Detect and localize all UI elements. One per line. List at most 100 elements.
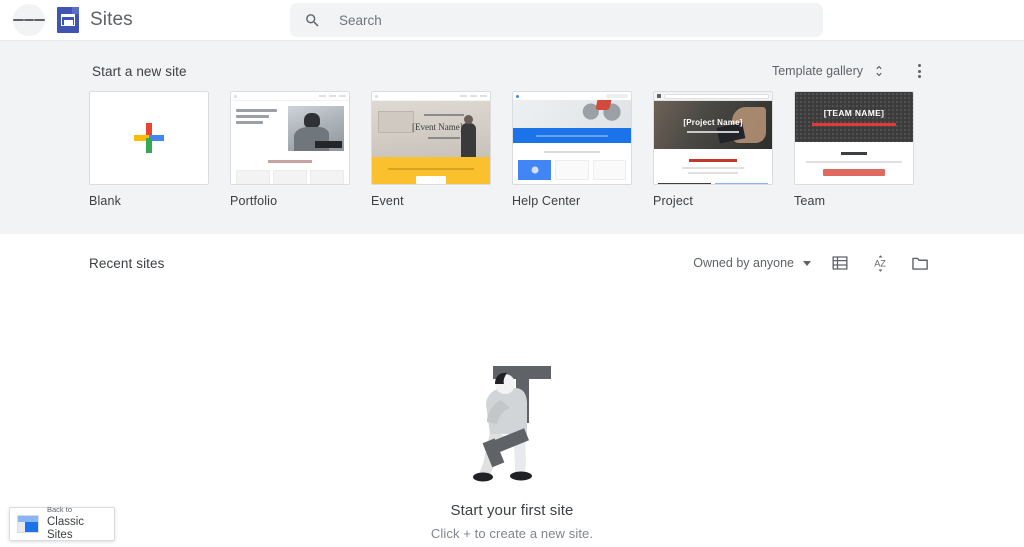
team-hero-underline [812,123,896,126]
more-vert-icon[interactable] [906,58,932,84]
template-card-project[interactable]: [Project Name] Project [653,91,773,208]
classic-sites-icon [17,515,39,533]
figure-back-shoe [473,472,493,482]
classic-sites-line1: Back to [47,504,73,514]
recent-sites-actions: Owned by anyone AZ [689,248,935,278]
portfolio-cards [231,163,349,184]
text-line [236,115,270,118]
text-line [688,171,738,174]
unfold-more-icon [876,65,882,77]
recent-sites-heading: Recent sites [89,255,165,271]
logo-fold-corner [72,7,79,14]
owner-filter-dropdown[interactable]: Owned by anyone [689,252,815,274]
project-thumbnail[interactable]: [Project Name] [653,91,773,185]
help-center-cards [513,153,631,184]
text-line [236,121,263,124]
thumbnail-chrome [654,92,772,101]
text-line [806,161,902,163]
event-subtitle-line [424,114,464,116]
templates-header: Start a new site Template gallery [89,55,935,87]
team-cta-button [823,169,885,176]
help-center-question [513,143,631,153]
chrome-dot [234,94,237,98]
caret-down-icon [803,260,811,266]
classic-icon-content [25,522,38,532]
list-view-glyph [832,256,848,270]
sort-az-icon[interactable]: AZ [865,248,895,278]
event-date-line [428,137,460,139]
kebab-dot [917,64,921,68]
folder-icon[interactable] [905,248,935,278]
event-cta-button [416,175,446,184]
search-bar[interactable] [290,3,823,37]
templates-actions: Template gallery [766,58,932,84]
classic-sites-line2: Classic Sites [47,515,85,541]
search-icon [306,13,319,27]
template-grid: Blank Portfolio [Event Name] Event Help … [89,91,935,208]
text-line [388,167,474,170]
template-label: Blank [89,194,122,208]
team-hero-title: [TEAM NAME] [823,108,885,119]
page-title: Sites [90,9,133,30]
back-to-classic-sites-button[interactable]: Back to Classic Sites [9,504,115,541]
portfolio-thumbnail[interactable] [230,91,350,185]
hamburger-line [23,19,35,21]
team-hero: [TEAM NAME] [795,92,913,142]
template-card-help-center[interactable]: Help Center [512,91,632,208]
help-card [592,160,626,184]
owner-filter-label: Owned by anyone [693,256,794,270]
project-body [654,149,772,174]
project-hero-title: [Project Name] [683,117,743,127]
top-app-bar: Sites [0,0,1024,40]
text-line [236,109,277,112]
team-thumbnail[interactable]: [TEAM NAME] [794,91,914,185]
portfolio-hero [231,101,349,151]
thumbnail-chrome [513,92,631,100]
kebab-dot [917,69,921,73]
kebab-dot [917,74,921,78]
folder-glyph [911,257,928,270]
help-center-thumbnail[interactable] [512,91,632,185]
search-input[interactable] [337,3,809,37]
event-hero: [Event Name] [372,101,490,157]
chrome-dot [375,94,378,98]
text-line [687,130,739,133]
blank-plus-thumbnail[interactable] [89,91,209,185]
event-cta-band [372,157,490,184]
start-a-new-site-section: Start a new site Template gallery Blank … [0,40,1024,234]
section-heading-line [689,159,737,162]
team-body [795,142,913,176]
template-card-blank[interactable]: Blank [89,91,209,208]
figure-front-shoe [510,471,532,481]
logo-layout-body [63,20,73,26]
logo-layout-header [61,14,75,18]
chrome-address-bar [664,93,769,99]
thumbnail-chrome [231,92,349,101]
help-center-search-band [513,128,631,143]
empty-state-title: Start your first site [450,502,574,519]
template-label: Event [371,194,404,208]
hamburger-menu-icon[interactable] [13,4,46,36]
template-card-team[interactable]: [TEAM NAME] Team [794,91,914,208]
google-sites-logo-icon[interactable] [57,7,79,33]
template-card-portfolio[interactable]: Portfolio [230,91,350,208]
person-carrying-letter-t-illustration [473,366,551,482]
template-card-event[interactable]: [Event Name] Event [371,91,491,208]
classic-icon-sidebar [18,522,25,532]
template-gallery-toggle[interactable]: Template gallery [766,59,892,83]
list-view-icon[interactable] [825,248,855,278]
chrome-pill [606,94,628,98]
event-thumbnail[interactable]: [Event Name] [371,91,491,185]
templates-heading: Start a new site [92,63,187,79]
photo-laptop [314,141,342,149]
sort-az-glyph: AZ [874,254,886,272]
footer-block [715,182,768,184]
help-card [555,160,589,184]
template-label: Project [653,194,693,208]
template-gallery-label: Template gallery [771,64,863,78]
footer-block [658,182,711,184]
portfolio-hero-text [236,106,284,151]
hamburger-line [13,19,24,21]
project-footer [654,177,772,184]
plus-arm-bottom [146,138,152,153]
